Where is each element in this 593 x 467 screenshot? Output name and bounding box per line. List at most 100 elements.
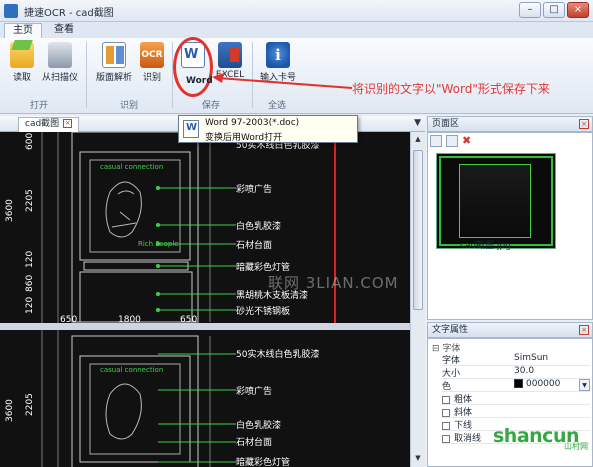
prop-row-italic[interactable]: 斜体 <box>442 405 590 418</box>
prop-row-size[interactable]: 大小 30.0 <box>442 366 590 379</box>
cad-label: 石材台面 <box>236 436 272 448</box>
underline-checkbox[interactable] <box>442 421 450 430</box>
cad-label: 石材台面 <box>236 239 272 251</box>
annotation-arrow <box>212 73 353 89</box>
close-button[interactable]: × <box>567 2 589 18</box>
page-thumbnail-label: cad截图.jpg <box>460 241 511 251</box>
prop-row-bold[interactable]: 粗体 <box>442 392 590 405</box>
info-icon: i <box>266 42 290 68</box>
cad-small-text: casual connection <box>100 366 163 374</box>
color-swatch <box>514 379 523 388</box>
cad-label: 彩喷广告 <box>236 385 272 397</box>
watermark: 联网 3LIAN.COM <box>268 274 399 292</box>
scan-button[interactable]: 从扫描仪 <box>38 42 82 83</box>
dim-label: 1800 <box>118 315 141 325</box>
bold-checkbox[interactable] <box>442 395 450 404</box>
prop-key: 大小 <box>442 369 461 379</box>
prop-row-font[interactable]: 字体 SimSun <box>442 353 590 366</box>
tab-view[interactable]: 查看 <box>46 23 82 38</box>
cad-label: 白色乳胶漆 <box>236 419 281 431</box>
tab-home[interactable]: 主页 <box>4 23 42 38</box>
dim-label: 650 <box>60 315 77 325</box>
italic-option: 斜体 <box>442 405 502 418</box>
word-highlight-circle <box>173 37 213 97</box>
document-tab-label: cad截图 <box>25 119 60 129</box>
annotation-text: 将识别的文字以"Word"形式保存下来 <box>352 82 550 96</box>
strikethrough-label: 取消线 <box>454 434 482 444</box>
cad-label: 彩喷广告 <box>236 183 272 195</box>
cad-label: 50实木线白色乳胶漆 <box>236 348 319 360</box>
dim-label: 3600 <box>5 399 15 422</box>
window-title: 捷速OCR - cad截图 <box>24 8 114 19</box>
dim-label: 2205 <box>25 189 35 212</box>
word-format-menu[interactable]: Word 97-2003(*.doc) 变换后用Word打开 <box>178 115 358 143</box>
vertical-scrollbar[interactable]: ▲ ▼ <box>410 132 425 467</box>
scrollbar-thumb[interactable] <box>413 150 423 310</box>
title-bar: 捷速OCR - cad截图 – □ × <box>0 0 593 22</box>
pages-panel-header: 页面区 × <box>427 116 593 132</box>
scan-label: 从扫描仪 <box>41 73 78 83</box>
prop-row-color[interactable]: 色 000000 ▼ <box>442 379 590 392</box>
pages-panel-title: 页面区 <box>432 119 460 129</box>
cad-label: 暗藏彩色灯管 <box>236 456 290 467</box>
image-viewer[interactable]: casual connection Rich People 50实木线白色乳胶漆… <box>0 132 410 467</box>
page-view-icon[interactable] <box>430 135 442 147</box>
strikethrough-checkbox[interactable] <box>442 434 450 443</box>
cad-label: 白色乳胶漆 <box>236 220 281 232</box>
props-panel-title: 文字属性 <box>432 325 469 335</box>
cad-label: 砂光不锈钢板 <box>236 305 290 317</box>
color-dropdown-icon[interactable]: ▼ <box>579 379 590 391</box>
ocr-icon: OCR <box>140 42 164 68</box>
pages-panel: ✖ cad截图.jpg <box>427 132 593 320</box>
folder-icon <box>10 42 34 68</box>
recognize-label: 识别 <box>142 73 161 83</box>
document-tab[interactable]: cad截图 × <box>18 117 80 132</box>
props-panel-header: 文字属性 × <box>427 322 593 338</box>
cad-small-text: casual connection <box>100 163 163 171</box>
excel-icon <box>218 42 242 68</box>
ribbon-divider <box>86 42 87 108</box>
close-panel-icon[interactable]: × <box>579 119 589 129</box>
prop-key: 色 <box>442 382 452 392</box>
dim-label: 650 <box>180 315 197 325</box>
group-label-recognize: 识别 <box>120 101 139 111</box>
close-panel-icon[interactable]: × <box>579 325 589 335</box>
menu-item-open-in-word[interactable]: 变换后用Word打开 <box>205 130 282 143</box>
dim-label: 2205 <box>25 393 35 416</box>
underline-label: 下线 <box>454 421 473 431</box>
app-icon <box>4 4 18 18</box>
prop-value: 30.0 <box>514 366 535 376</box>
dim-label: 120 <box>25 297 35 314</box>
italic-checkbox[interactable] <box>442 408 450 417</box>
scroll-down-icon[interactable]: ▼ <box>413 454 423 464</box>
minimize-button[interactable]: – <box>519 2 541 18</box>
page-thumbnail[interactable] <box>436 153 556 249</box>
dim-label: 120 <box>25 251 35 268</box>
dim-label: 3600 <box>5 199 15 222</box>
word-doc-icon <box>183 120 199 138</box>
menu-item-word-doc[interactable]: Word 97-2003(*.doc) <box>205 118 299 128</box>
pages-toolbar: ✖ <box>430 135 474 147</box>
delete-page-icon[interactable]: ✖ <box>462 135 474 147</box>
dim-label: 860 <box>25 275 35 292</box>
close-tab-icon[interactable]: × <box>63 119 73 128</box>
window-controls: – □ × <box>519 2 589 18</box>
prop-value: SimSun <box>514 353 549 363</box>
prop-key: 字体 <box>442 356 461 366</box>
bold-option: 粗体 <box>442 392 502 405</box>
dim-label: 600 <box>25 133 35 150</box>
maximize-button[interactable]: □ <box>543 2 565 18</box>
bold-label: 粗体 <box>454 395 473 405</box>
group-label-open: 打开 <box>30 101 49 111</box>
site-logo-sub: 山村网 <box>564 442 588 451</box>
tab-list-dropdown[interactable]: ▼ <box>414 118 421 128</box>
layout-icon <box>102 42 126 68</box>
scanner-icon <box>48 42 72 68</box>
page-add-icon[interactable] <box>446 135 458 147</box>
italic-label: 斜体 <box>454 408 473 418</box>
cad-drawing: casual connection Rich People 50实木线白色乳胶漆… <box>0 132 410 467</box>
prop-value-color: 000000 <box>514 379 560 389</box>
ribbon-tabs: 主页 查看 <box>0 22 593 38</box>
scroll-up-icon[interactable]: ▲ <box>413 135 423 145</box>
recognize-button[interactable]: OCR 识别 <box>130 42 174 83</box>
